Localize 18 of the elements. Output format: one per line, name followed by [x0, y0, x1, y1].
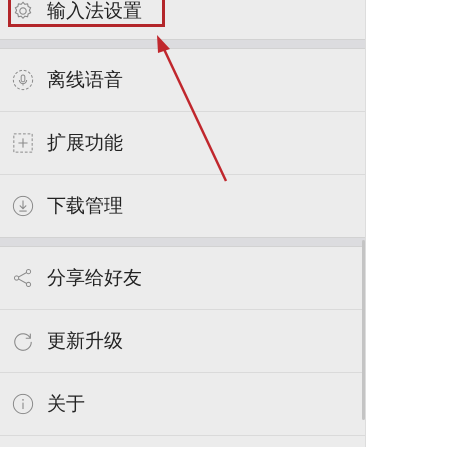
info-icon	[12, 393, 34, 415]
gear-icon	[12, 0, 34, 22]
share-icon	[12, 267, 34, 289]
menu-item[interactable]: 分享给好友	[0, 247, 365, 309]
menu-item[interactable]: 输入法设置	[0, 0, 365, 39]
refresh-icon	[12, 330, 34, 352]
menu-label: 分享给好友	[47, 266, 142, 291]
plus-icon	[12, 132, 34, 154]
menu-label: 关于	[47, 392, 85, 417]
menu-label: 更新升级	[47, 329, 123, 354]
menu-label: 离线语音	[47, 68, 123, 93]
menu-item[interactable]: 扩展功能	[0, 111, 365, 174]
microphone-icon	[12, 69, 34, 91]
download-icon	[12, 195, 34, 217]
menu-label: 扩展功能	[47, 131, 123, 156]
menu-label: 输入法设置	[47, 0, 142, 24]
menu-item[interactable]: 离线语音	[0, 49, 365, 111]
menu-label: 下载管理	[47, 194, 123, 219]
